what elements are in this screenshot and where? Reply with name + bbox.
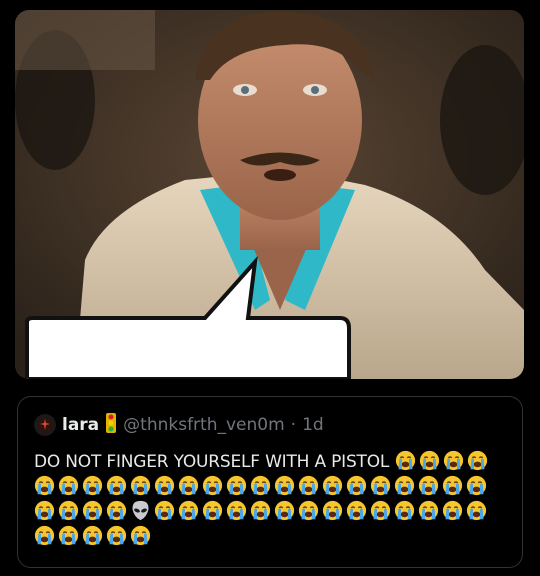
timestamp[interactable]: 1d <box>302 415 324 435</box>
sparkle-figure-icon <box>37 417 53 433</box>
loudly-crying-emoji-icon <box>322 475 343 496</box>
loudly-crying-emoji-icon <box>322 500 343 521</box>
loudly-crying-emoji-icon <box>58 500 79 521</box>
loudly-crying-emoji-icon <box>34 525 55 546</box>
quote-text: DO NOT FINGER YOURSELF WITH A PISTOL <box>34 450 512 550</box>
loudly-crying-emoji-icon <box>346 475 367 496</box>
avatar[interactable] <box>34 414 56 436</box>
loudly-crying-emoji-icon <box>250 500 271 521</box>
loudly-crying-emoji-icon <box>130 475 151 496</box>
loudly-crying-emoji-icon <box>274 500 295 521</box>
loudly-crying-emoji-icon <box>418 500 439 521</box>
loudly-crying-emoji-icon <box>250 475 271 496</box>
loudly-crying-emoji-icon <box>419 450 440 471</box>
loudly-crying-emoji-icon <box>82 525 103 546</box>
loudly-crying-emoji-icon <box>467 450 488 471</box>
loudly-crying-emoji-icon <box>226 500 247 521</box>
display-name[interactable]: lara <box>62 415 99 435</box>
separator-dot: · <box>290 415 297 435</box>
loudly-crying-emoji-icon <box>178 475 199 496</box>
loudly-crying-emoji-icon <box>442 500 463 521</box>
loudly-crying-emoji-icon <box>154 475 175 496</box>
loudly-crying-emoji-icon <box>106 525 127 546</box>
loudly-crying-emoji-icon <box>226 475 247 496</box>
loudly-crying-emoji-icon <box>202 475 223 496</box>
loudly-crying-emoji-icon <box>34 500 55 521</box>
loudly-crying-emoji-icon <box>82 500 103 521</box>
loudly-crying-emoji-icon <box>395 450 416 471</box>
media-image[interactable] <box>15 10 524 379</box>
loudly-crying-emoji-icon <box>394 475 415 496</box>
loudly-crying-emoji-icon <box>154 500 175 521</box>
media-illustration <box>15 10 524 379</box>
loudly-crying-emoji-icon <box>130 525 151 546</box>
loudly-crying-emoji-icon <box>466 500 487 521</box>
traffic-light-icon <box>105 412 117 438</box>
loudly-crying-emoji-icon <box>346 500 367 521</box>
loudly-crying-emoji-icon <box>82 475 103 496</box>
loudly-crying-emoji-icon <box>58 475 79 496</box>
loudly-crying-emoji-icon <box>394 500 415 521</box>
loudly-crying-emoji-icon <box>370 475 391 496</box>
loudly-crying-emoji-icon <box>202 500 223 521</box>
loudly-crying-emoji-icon <box>34 475 55 496</box>
quote-text-content: DO NOT FINGER YOURSELF WITH A PISTOL <box>34 452 390 472</box>
loudly-crying-emoji-icon <box>298 475 319 496</box>
quote-header: lara @thnksfrth_ven0m · 1d <box>34 412 324 438</box>
loudly-crying-emoji-icon <box>106 500 127 521</box>
loudly-crying-emoji-icon <box>442 475 463 496</box>
loudly-crying-emoji-icon <box>466 475 487 496</box>
loudly-crying-emoji-icon <box>274 475 295 496</box>
user-handle[interactable]: @thnksfrth_ven0m <box>123 415 285 435</box>
alien-emoji-icon <box>130 500 151 521</box>
loudly-crying-emoji-icon <box>370 500 391 521</box>
loudly-crying-emoji-icon <box>418 475 439 496</box>
loudly-crying-emoji-icon <box>106 475 127 496</box>
loudly-crying-emoji-icon <box>178 500 199 521</box>
quote-tweet-card[interactable]: lara @thnksfrth_ven0m · 1d DO NOT FINGER… <box>17 396 523 568</box>
loudly-crying-emoji-icon <box>58 525 79 546</box>
loudly-crying-emoji-icon <box>298 500 319 521</box>
loudly-crying-emoji-icon <box>443 450 464 471</box>
